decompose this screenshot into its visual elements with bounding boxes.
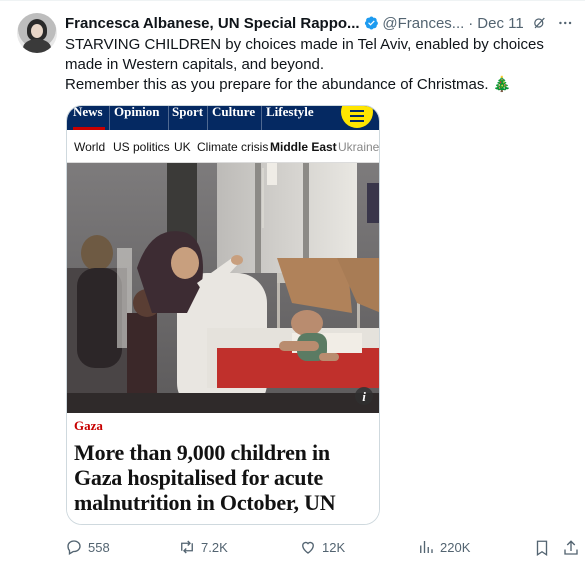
reply-button[interactable]: 558	[65, 538, 110, 556]
tweet-text: STARVING CHILDREN by choices made in Tel…	[65, 35, 570, 95]
subnav-item-active: Middle East	[270, 140, 337, 154]
repost-button[interactable]: 7.2K	[178, 538, 228, 556]
article-kicker: Gaza	[74, 418, 103, 433]
nav-item: Lifestyle	[266, 106, 314, 119]
subnav-item: US politics	[113, 140, 170, 154]
article-image-card[interactable]: News Opinion Sport Culture Lifestyle Wor…	[66, 105, 380, 525]
hospital-scene-image: i	[67, 163, 379, 413]
like-button[interactable]: 12K	[299, 538, 345, 556]
article-headline-area: Gaza More than 9,000 children in Gaza ho…	[67, 413, 379, 524]
tweet[interactable]: Francesca Albanese, UN Special Rappo... …	[0, 0, 585, 570]
author-name[interactable]: Francesca Albanese, UN Special Rappo...	[65, 15, 360, 32]
image-info-badge: i	[362, 389, 366, 404]
like-count: 12K	[322, 539, 346, 555]
grok-icon[interactable]	[532, 14, 547, 32]
tweet-actions: 558 7.2K 12K 220K	[65, 538, 580, 560]
tweet-date[interactable]: Dec 11	[477, 15, 523, 32]
article-photo: i	[67, 163, 379, 413]
more-icon[interactable]	[557, 13, 573, 33]
menu-icon	[341, 106, 373, 128]
article-headline: More than 9,000 children in Gaza hospita…	[74, 440, 336, 524]
views-button[interactable]: 220K	[417, 538, 470, 556]
nav-item: Opinion	[114, 106, 160, 119]
tweet-header: Francesca Albanese, UN Special Rappo... …	[65, 13, 573, 33]
bookmark-icon[interactable]	[533, 539, 551, 557]
author-handle[interactable]: @Frances...	[382, 15, 464, 32]
avatar[interactable]	[17, 13, 57, 53]
subnav-item: World	[74, 140, 106, 154]
subnav-item: Climate crisis	[197, 140, 269, 154]
nav-item: Culture	[212, 106, 256, 119]
nav-item: News	[73, 106, 103, 119]
guardian-subnav: World US politics UK Climate crisis Midd…	[67, 130, 380, 163]
tweet-text-line: STARVING CHILDREN by choices made in Tel…	[65, 36, 548, 73]
nav-item: Sport	[172, 106, 204, 119]
views-count: 220K	[440, 539, 471, 555]
subnav-item: Ukraine	[338, 140, 380, 154]
reply-icon	[67, 540, 81, 555]
guardian-nav: News Opinion Sport Culture Lifestyle	[67, 106, 379, 130]
tweet-text-line: Remember this as you prepare for the abu…	[65, 76, 512, 93]
share-icon[interactable]	[562, 539, 580, 557]
repost-icon	[181, 540, 193, 554]
verified-badge-icon	[364, 16, 378, 30]
subnav-item: UK	[174, 140, 191, 154]
views-icon	[420, 541, 433, 553]
heart-icon	[302, 541, 314, 554]
separator-dot: ·	[468, 14, 474, 32]
repost-count: 7.2K	[201, 539, 228, 555]
reply-count: 558	[88, 539, 110, 555]
